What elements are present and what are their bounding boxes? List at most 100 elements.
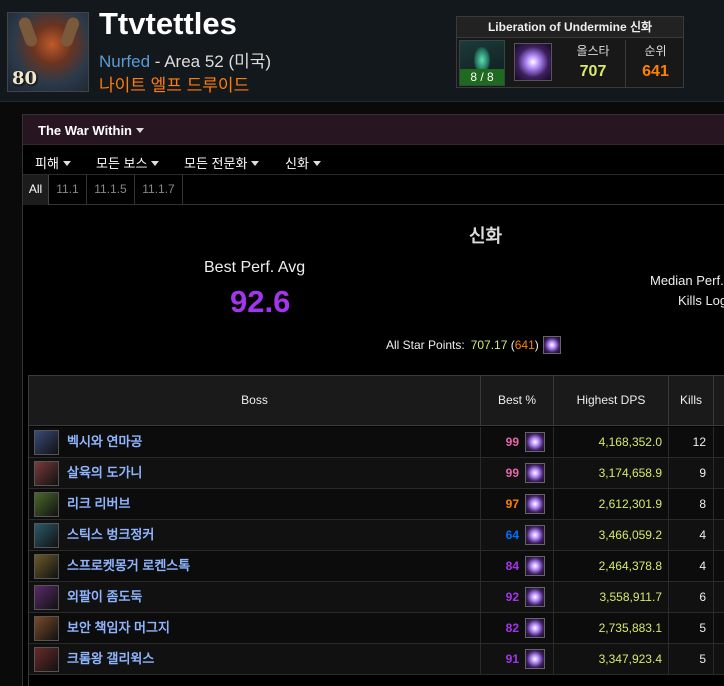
boss-cell: 외팔이 좀도둑 — [29, 582, 481, 613]
mythic-icon — [525, 525, 545, 545]
table-row[interactable]: 스프로켓몽거 로켄스톡 84 2,464,378.8 4 — [29, 551, 724, 582]
boss-name-link[interactable]: 크롬왕 갤리윅스 — [67, 644, 154, 674]
zone-allstar: 올스타 707 — [561, 40, 625, 87]
boss-portrait-icon[interactable] — [34, 523, 59, 548]
difficulty-dropdown-label: 신화 — [285, 156, 309, 171]
extra-cell — [714, 489, 724, 520]
kills-value: 5 — [669, 613, 714, 644]
best-pct-value: 99 — [505, 435, 519, 449]
column-header-highest-dps[interactable]: Highest DPS — [554, 376, 669, 426]
boss-portrait-icon[interactable] — [34, 461, 59, 486]
mythic-icon — [525, 587, 545, 607]
table-row[interactable]: 벡시와 연마공 99 4,168,352.0 12 — [29, 427, 724, 458]
allstar-points-value: 707.17 — [470, 338, 508, 352]
highest-dps-value[interactable]: 2,612,301.9 — [554, 489, 669, 520]
table-row[interactable]: 리크 리버브 97 2,612,301.9 8 — [29, 489, 724, 520]
zone-rank: 순위 641 — [625, 40, 685, 87]
expansion-dropdown[interactable]: The War Within — [38, 123, 145, 138]
extra-cell — [714, 458, 724, 489]
boss-name-link[interactable]: 외팔이 좀도둑 — [67, 582, 142, 612]
highest-dps-value[interactable]: 2,735,883.1 — [554, 613, 669, 644]
mythic-icon — [525, 556, 545, 576]
spec-dropdown-label: 모든 전문화 — [184, 156, 248, 171]
boss-name-link[interactable]: 살육의 도가니 — [67, 458, 142, 488]
boss-portrait-icon[interactable] — [34, 585, 59, 610]
highest-dps-value[interactable]: 3,347,923.4 — [554, 644, 669, 675]
kills-value: 4 — [669, 520, 714, 551]
column-header-boss[interactable]: Boss — [29, 376, 481, 426]
table-header: Boss Best % Highest DPS Kills — [29, 376, 724, 426]
highest-dps-value[interactable]: 3,558,911.7 — [554, 582, 669, 613]
boss-cell: 스프로켓몽거 로켄스톡 — [29, 551, 481, 582]
spec-dropdown[interactable]: 모든 전문화 — [184, 153, 260, 172]
guild-link[interactable]: Nurfed — [99, 52, 150, 71]
boss-name-link[interactable]: 스프로켓몽거 로켄스톡 — [67, 551, 190, 581]
boss-portrait-icon[interactable] — [34, 616, 59, 641]
table-row[interactable]: 크롬왕 갤리윅스 91 3,347,923.4 5 — [29, 644, 724, 675]
boss-name-link[interactable]: 벡시와 연마공 — [67, 427, 142, 457]
highest-dps-value[interactable]: 4,168,352.0 — [554, 427, 669, 458]
table-row[interactable]: 살육의 도가니 99 3,174,658.9 9 — [29, 458, 724, 489]
rankings-panel: The War Within 피해 모든 보스 모든 전문화 신화 All 11… — [22, 114, 724, 686]
chevron-down-icon — [151, 161, 160, 166]
boss-cell: 살육의 도가니 — [29, 458, 481, 489]
metric-dropdown[interactable]: 피해 — [35, 153, 71, 172]
boss-dropdown[interactable]: 모든 보스 — [96, 153, 160, 172]
zone-allstar-label: 올스타 — [576, 44, 610, 58]
filter-bar: 피해 모든 보스 모든 전문화 신화 — [23, 145, 724, 175]
boss-portrait-icon[interactable] — [34, 554, 59, 579]
highest-dps-value[interactable]: 2,464,378.8 — [554, 551, 669, 582]
best-pct-value: 91 — [505, 652, 519, 666]
best-pct-value: 82 — [505, 621, 519, 635]
mythic-icon — [525, 494, 545, 514]
boss-cell: 보안 책임자 머그지 — [29, 613, 481, 644]
character-class-spec: 나이트 엘프 드루이드 — [99, 76, 250, 95]
best-pct-cell: 99 — [481, 427, 554, 458]
extra-cell — [714, 520, 724, 551]
best-pct-value: 84 — [505, 559, 519, 573]
zone-rank-label: 순위 — [644, 44, 667, 58]
partition-tab-11-1-7[interactable]: 11.1.7 — [135, 175, 183, 205]
mythic-icon — [525, 463, 545, 483]
boss-name-link[interactable]: 리크 리버브 — [67, 489, 130, 519]
column-header-best-pct[interactable]: Best % — [481, 376, 554, 426]
table-row[interactable]: 외팔이 좀도둑 92 3,558,911.7 6 — [29, 582, 724, 613]
character-avatar[interactable]: 80 — [7, 12, 89, 92]
highest-dps-value[interactable]: 3,174,658.9 — [554, 458, 669, 489]
table-row[interactable]: 보안 책임자 머그지 82 2,735,883.1 5 — [29, 613, 724, 644]
boss-portrait-icon[interactable] — [34, 647, 59, 672]
allstar-points-label: All Star Points: — [386, 338, 465, 352]
kills-value: 5 — [669, 644, 714, 675]
partition-tab-all[interactable]: All — [23, 175, 49, 205]
boss-name-link[interactable]: 보안 책임자 머그지 — [67, 613, 170, 643]
zone-icon: 8 / 8 — [459, 40, 505, 86]
partition-tab-11-1[interactable]: 11.1 — [49, 175, 87, 205]
kills-value: 6 — [669, 582, 714, 613]
best-pct-value: 64 — [505, 528, 519, 542]
highest-dps-value[interactable]: 3,466,059.2 — [554, 520, 669, 551]
mythic-icon — [542, 336, 561, 354]
best-pct-value: 99 — [505, 466, 519, 480]
table-row[interactable]: 스틱스 벙크정커 64 3,466,059.2 4 — [29, 520, 724, 551]
zone-rank-value: 641 — [642, 63, 669, 80]
mythic-icon — [525, 649, 545, 669]
partition-tabs: All 11.1 11.1.5 11.1.7 — [23, 175, 724, 205]
metric-dropdown-label: 피해 — [35, 156, 59, 171]
difficulty-dropdown[interactable]: 신화 — [285, 153, 321, 172]
partition-tab-11-1-5[interactable]: 11.1.5 — [87, 175, 135, 205]
avatar-horn-right — [59, 15, 81, 49]
boss-portrait-icon[interactable] — [34, 492, 59, 517]
chevron-down-icon — [62, 161, 71, 166]
extra-cell — [714, 551, 724, 582]
best-pct-value: 97 — [505, 497, 519, 511]
character-name: Ttvtettles — [99, 6, 237, 41]
character-level: 80 — [12, 68, 38, 89]
zone-summary-box: Liberation of Undermine 신화 8 / 8 올스타 707… — [456, 16, 684, 88]
column-header-kills[interactable]: Kills — [669, 376, 714, 426]
median-perf-label: Median Perf. — [650, 273, 724, 288]
extra-cell — [714, 613, 724, 644]
allstar-rank-value: 641 — [514, 338, 535, 352]
boss-name-link[interactable]: 스틱스 벙크정커 — [67, 520, 154, 550]
character-header: 80 Ttvtettles Nurfed - Area 52 (미국) 나이트 … — [0, 0, 724, 102]
boss-portrait-icon[interactable] — [34, 430, 59, 455]
